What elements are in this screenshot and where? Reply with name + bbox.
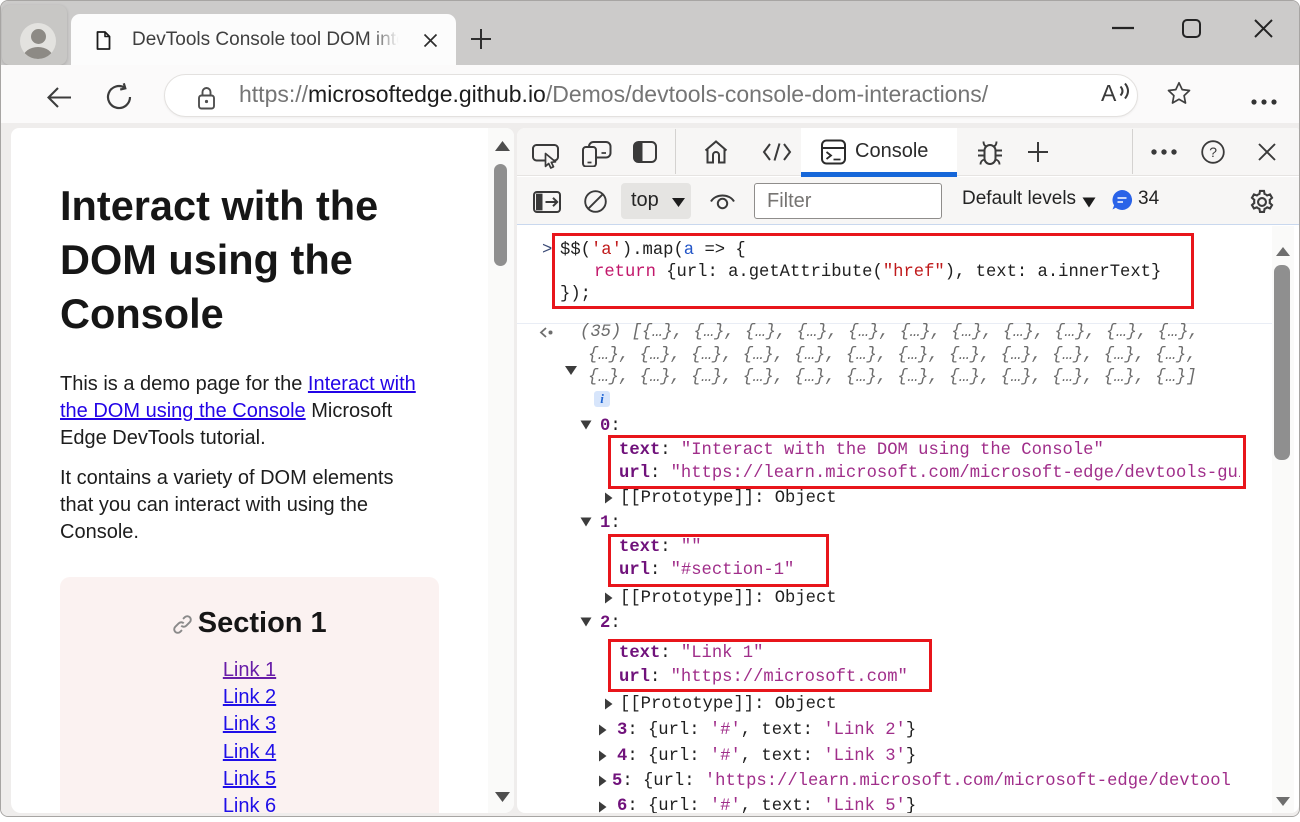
svg-text:A: A [1101,80,1117,106]
svg-text:?: ? [1209,144,1217,160]
